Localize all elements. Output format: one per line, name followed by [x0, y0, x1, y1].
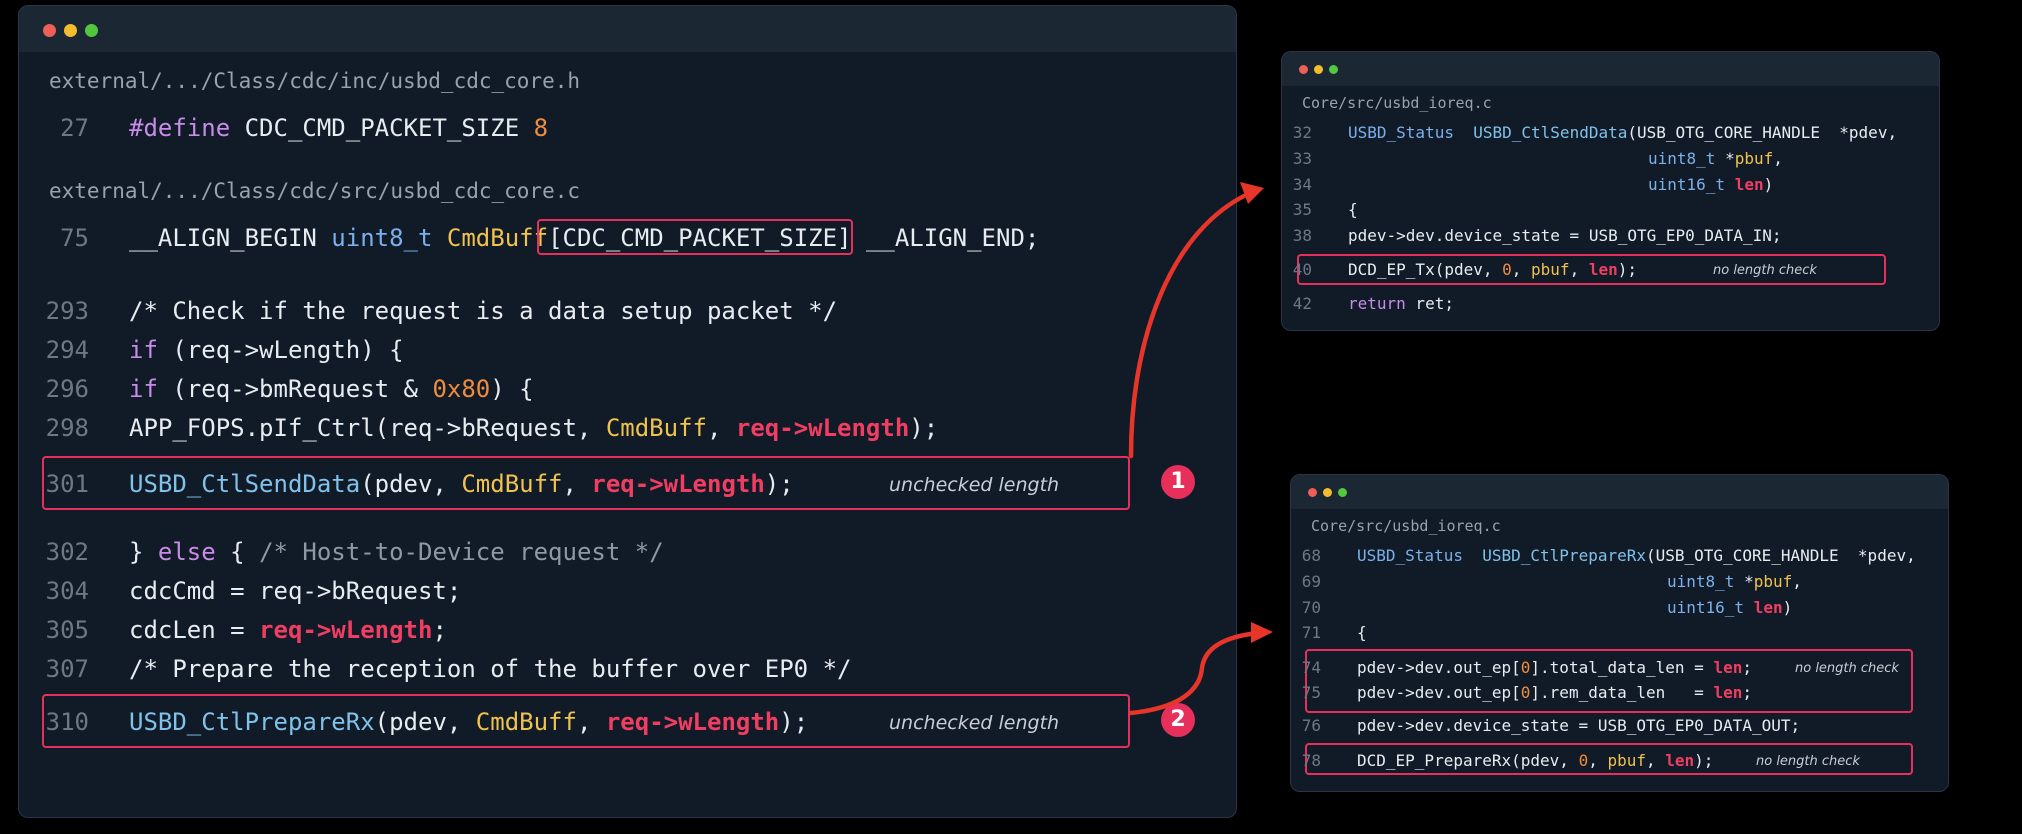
arrowhead-icon: [1251, 622, 1273, 643]
arrow-to-prepare-rx: [1128, 630, 1261, 716]
arrowhead-icon: [1240, 182, 1264, 204]
arrow-to-send-data: [1128, 190, 1253, 459]
flow-arrows: [1128, 182, 1273, 716]
